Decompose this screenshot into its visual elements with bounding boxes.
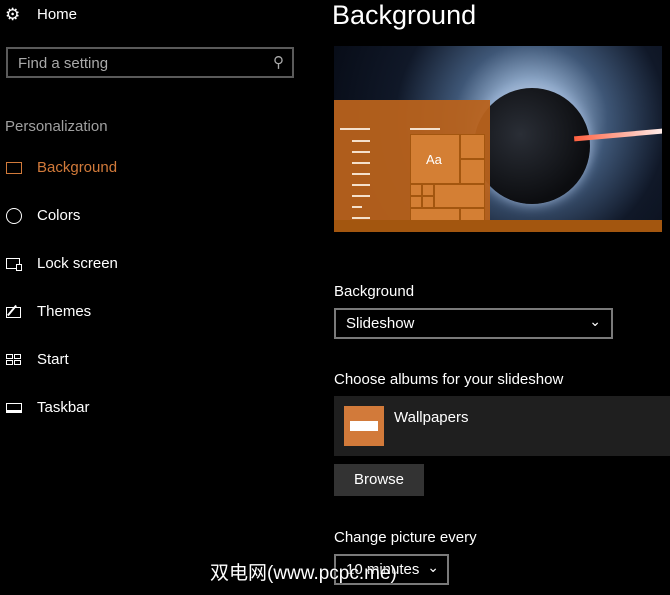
- home-label: Home: [37, 6, 78, 23]
- item-label: Taskbar: [37, 399, 90, 416]
- search-placeholder: Find a setting: [18, 55, 109, 72]
- chevron-down-icon: ⌄: [589, 313, 601, 329]
- watermark: 双电网(www.pcpc.me): [210, 563, 397, 584]
- search-icon: ⚲: [273, 54, 284, 71]
- album-name: Wallpapers: [394, 409, 469, 426]
- section-heading: Personalization: [5, 118, 108, 135]
- picture-icon: [5, 160, 23, 176]
- start-menu-preview: Aa: [334, 100, 490, 224]
- sidebar-item-lock-screen[interactable]: Lock screen: [5, 255, 118, 272]
- planet-image: [474, 88, 590, 204]
- albums-label: Choose albums for your slideshow: [334, 371, 564, 388]
- folder-icon: [344, 406, 384, 446]
- themes-icon: [5, 304, 23, 320]
- palette-icon: [5, 207, 23, 224]
- background-dropdown[interactable]: Slideshow ⌄: [334, 308, 613, 339]
- lock-screen-icon: [5, 256, 23, 272]
- sidebar-item-taskbar[interactable]: Taskbar: [5, 399, 90, 416]
- item-label: Start: [37, 351, 69, 368]
- tile-text: Aa: [426, 152, 442, 167]
- item-label: Colors: [37, 207, 81, 224]
- sidebar-item-themes[interactable]: Themes: [5, 303, 91, 320]
- sidebar-item-start[interactable]: Start: [5, 351, 69, 368]
- browse-button[interactable]: Browse: [334, 464, 424, 496]
- change-picture-label: Change picture every: [334, 529, 477, 546]
- background-label: Background: [334, 283, 415, 300]
- background-preview: Aa: [334, 46, 662, 232]
- chevron-down-icon: ⌄: [427, 559, 439, 575]
- taskbar-preview: [334, 220, 662, 232]
- page-title: Background: [332, 0, 477, 30]
- item-label: Background: [37, 159, 118, 176]
- sidebar-item-background[interactable]: Background: [5, 159, 117, 176]
- search-input[interactable]: Find a setting ⚲: [6, 47, 294, 78]
- taskbar-icon: [5, 400, 23, 416]
- start-icon: [5, 352, 23, 368]
- item-label: Themes: [37, 303, 92, 320]
- home-link[interactable]: ⚙ Home: [5, 4, 78, 24]
- album-item[interactable]: Wallpapers: [334, 396, 670, 456]
- sidebar-item-colors[interactable]: Colors: [5, 207, 80, 224]
- dropdown-value: Slideshow: [346, 315, 415, 332]
- gear-icon: ⚙: [5, 4, 21, 24]
- item-label: Lock screen: [37, 255, 118, 272]
